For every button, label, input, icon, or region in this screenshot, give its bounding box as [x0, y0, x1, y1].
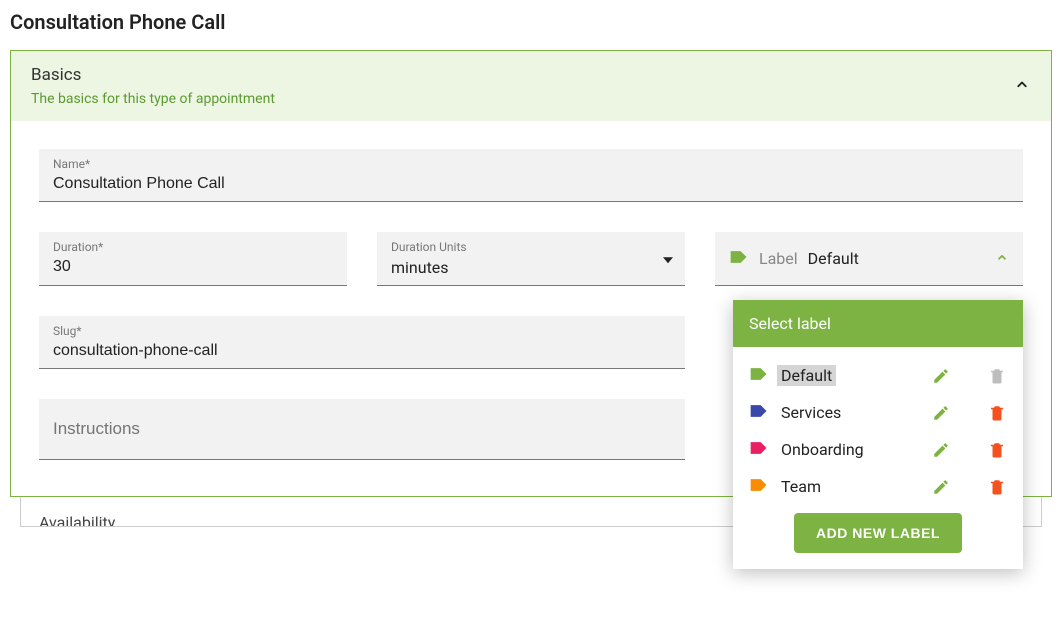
slug-label: Slug*: [53, 324, 671, 338]
dropdown-option[interactable]: Onboarding: [745, 431, 1011, 468]
chevron-up-icon[interactable]: [995, 249, 1009, 268]
panel-subtitle: The basics for this type of appointment: [31, 91, 275, 107]
chevron-up-icon[interactable]: [1013, 74, 1031, 99]
edit-icon[interactable]: [931, 477, 951, 497]
option-label[interactable]: Services: [777, 402, 845, 423]
dropdown-option[interactable]: Default: [745, 357, 1011, 394]
duration-field[interactable]: Duration*: [39, 232, 347, 286]
option-label[interactable]: Default: [777, 365, 836, 386]
page-title: Consultation Phone Call: [10, 10, 1052, 34]
tag-icon: [749, 477, 769, 497]
name-label: Name*: [53, 157, 1009, 171]
add-label-button[interactable]: ADD NEW LABEL: [794, 513, 962, 553]
tag-icon: [749, 366, 769, 386]
label-dropdown: Select label Default Services Onboarding Te…: [733, 300, 1023, 569]
basics-panel-header[interactable]: Basics The basics for this type of appoi…: [11, 51, 1051, 121]
tag-icon: [749, 440, 769, 460]
instructions-field[interactable]: [39, 399, 685, 460]
edit-icon[interactable]: [931, 403, 951, 423]
delete-icon: [987, 366, 1007, 386]
instructions-input[interactable]: [53, 417, 671, 441]
duration-units-field[interactable]: Duration Units minutes: [377, 232, 685, 286]
label-value: Default: [808, 249, 859, 268]
edit-icon[interactable]: [931, 366, 951, 386]
basics-panel: Basics The basics for this type of appoi…: [10, 50, 1052, 497]
delete-icon[interactable]: [987, 403, 1007, 423]
caret-down-icon: [663, 257, 673, 263]
name-input[interactable]: [53, 173, 1009, 195]
edit-icon[interactable]: [931, 440, 951, 460]
dropdown-header: Select label: [733, 300, 1023, 347]
slug-field[interactable]: Slug*: [39, 316, 685, 369]
name-field[interactable]: Name*: [39, 149, 1023, 202]
duration-units-value[interactable]: minutes: [391, 256, 671, 279]
label-field[interactable]: Label Default: [715, 232, 1023, 286]
dropdown-option[interactable]: Team: [745, 468, 1011, 505]
tag-icon: [729, 249, 749, 269]
panel-title: Basics: [31, 65, 275, 85]
duration-units-label: Duration Units: [391, 240, 671, 254]
basics-panel-body: Name* Duration* Duration Units minutes L: [11, 121, 1051, 496]
duration-label: Duration*: [53, 240, 333, 254]
option-label[interactable]: Team: [777, 476, 825, 497]
delete-icon[interactable]: [987, 440, 1007, 460]
label-caption: Label: [759, 249, 798, 268]
slug-input[interactable]: [53, 340, 671, 362]
option-label[interactable]: Onboarding: [777, 439, 868, 460]
tag-icon: [749, 403, 769, 423]
delete-icon[interactable]: [987, 477, 1007, 497]
dropdown-option[interactable]: Services: [745, 394, 1011, 431]
duration-input[interactable]: [53, 256, 333, 278]
